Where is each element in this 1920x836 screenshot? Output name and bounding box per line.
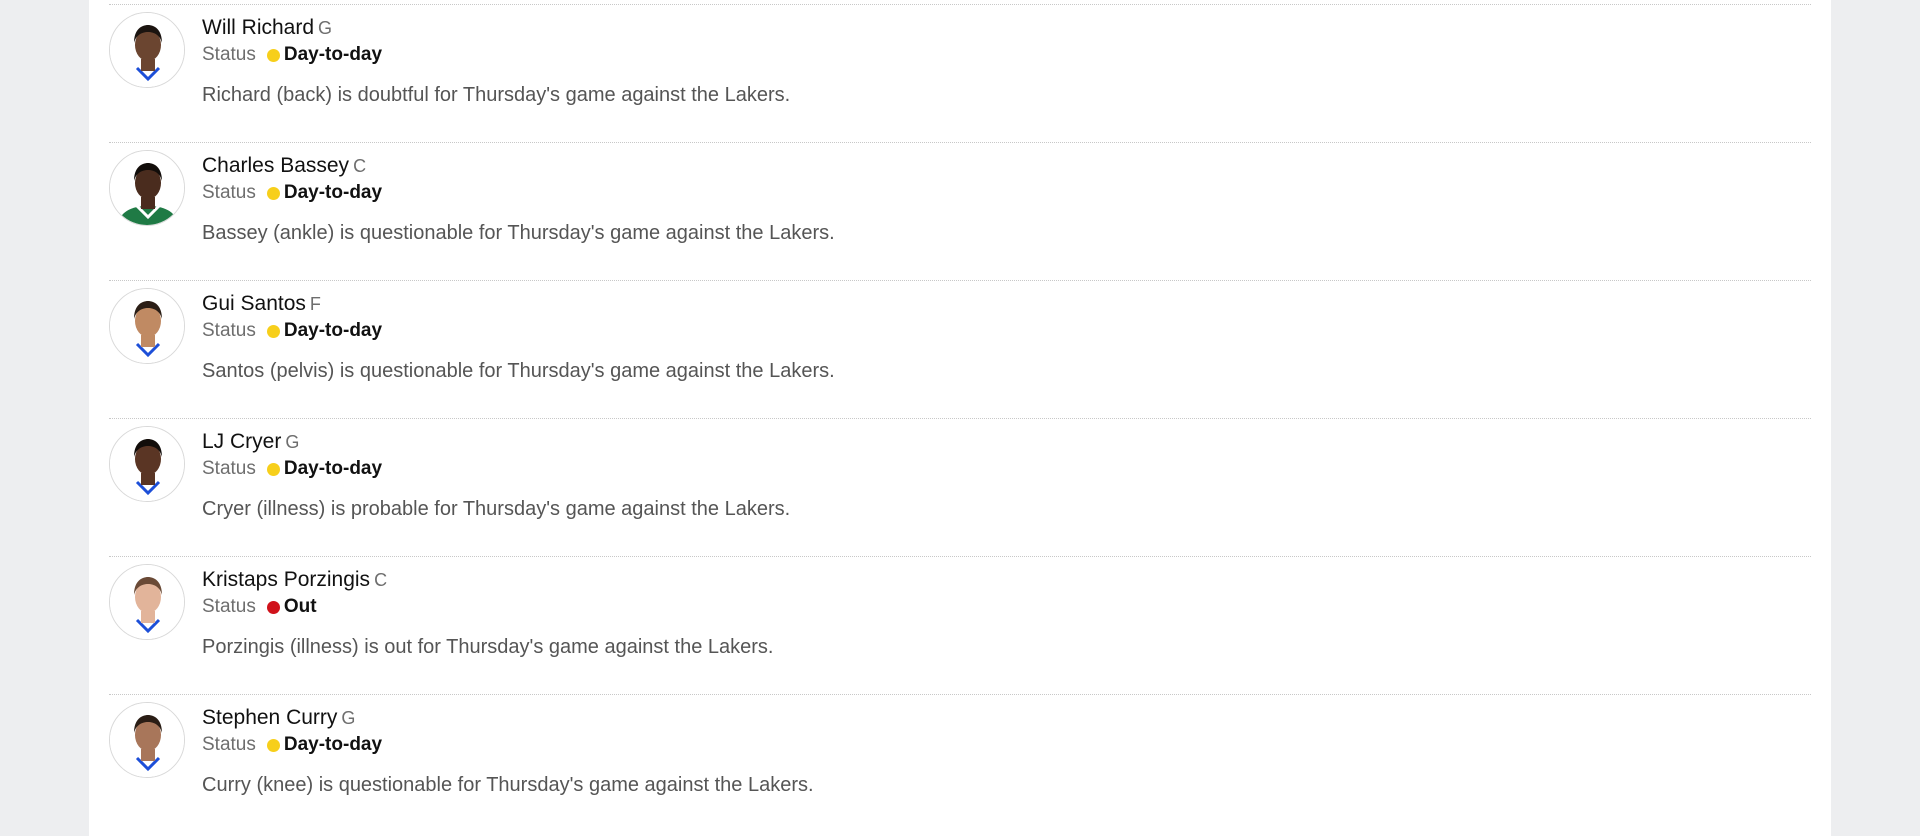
player-name-line: Stephen Curry G [202, 705, 814, 731]
status-line: Status Out [202, 596, 773, 618]
player-position: F [309, 294, 321, 314]
player-name[interactable]: Kristaps Porzingis [202, 568, 370, 591]
status-value: Day-to-day [283, 320, 383, 341]
player-name-line: LJ Cryer G [202, 429, 790, 455]
player-info: Kristaps Porzingis C Status Out Porzingis… [202, 567, 773, 659]
player-name[interactable]: Gui Santos [202, 292, 306, 315]
injury-row: Kristaps Porzingis C Status Out Porzingis… [109, 557, 1811, 695]
player-headshot-icon [110, 151, 184, 225]
player-avatar[interactable] [109, 288, 185, 364]
status-line: Status Day-to-day [202, 182, 835, 204]
player-name[interactable]: Stephen Curry [202, 706, 337, 729]
status-dot-icon [266, 462, 280, 476]
status-value: Day-to-day [283, 734, 383, 755]
status-dot-icon [266, 738, 280, 752]
injury-row: Charles Bassey C Status Day-to-day Bassey… [109, 143, 1811, 281]
status-label: Status [202, 320, 256, 341]
player-info: Gui Santos F Status Day-to-day Santos (pe… [202, 291, 835, 383]
player-headshot-icon [110, 565, 184, 639]
player-name[interactable]: Charles Bassey [202, 154, 349, 177]
injury-row: LJ Cryer G Status Day-to-day Cryer (illne… [109, 419, 1811, 557]
injury-note: Porzingis (illness) is out for Thursday'… [202, 636, 774, 658]
injury-row: Will Richard G Status Day-to-day Richard … [109, 5, 1811, 143]
status-dot-icon [266, 48, 280, 62]
injury-row: Gui Santos F Status Day-to-day Santos (pe… [109, 281, 1811, 419]
player-info: Charles Bassey C Status Day-to-day Bassey… [202, 153, 835, 245]
status-dot-icon [266, 324, 280, 338]
player-avatar[interactable] [109, 702, 185, 778]
player-avatar[interactable] [109, 12, 185, 88]
injury-row: Stephen Curry G Status Day-to-day Curry (… [109, 695, 1811, 833]
player-position: C [374, 570, 388, 590]
player-name-line: Kristaps Porzingis C [202, 567, 773, 593]
status-value: Day-to-day [283, 458, 383, 479]
injury-report-panel: Will Richard G Status Day-to-day Richard … [89, 0, 1831, 836]
status-label: Status [202, 596, 256, 617]
status-label: Status [202, 734, 256, 755]
injury-note: Cryer (illness) is probable for Thursday… [202, 498, 791, 520]
injury-list: Will Richard G Status Day-to-day Richard … [109, 5, 1811, 833]
player-headshot-icon [110, 427, 184, 501]
status-label: Status [202, 44, 256, 65]
player-avatar[interactable] [109, 426, 185, 502]
status-value: Day-to-day [283, 44, 383, 65]
status-value: Out [283, 596, 317, 617]
player-position: C [353, 156, 367, 176]
injury-note: Santos (pelvis) is questionable for Thur… [202, 360, 835, 382]
player-info: Will Richard G Status Day-to-day Richard … [202, 15, 790, 107]
player-info: LJ Cryer G Status Day-to-day Cryer (illne… [202, 429, 790, 521]
player-position: G [318, 18, 333, 38]
player-name-line: Will Richard G [202, 15, 790, 41]
player-headshot-icon [110, 13, 184, 87]
player-avatar[interactable] [109, 564, 185, 640]
player-name-line: Gui Santos F [202, 291, 835, 317]
status-dot-icon [266, 600, 280, 614]
status-label: Status [202, 458, 256, 479]
status-dot-icon [266, 186, 280, 200]
status-value: Day-to-day [283, 182, 383, 203]
player-headshot-icon [110, 289, 184, 363]
injury-note: Richard (back) is doubtful for Thursday'… [202, 84, 791, 106]
player-headshot-icon [110, 703, 184, 777]
status-line: Status Day-to-day [202, 44, 790, 66]
player-name[interactable]: Will Richard [202, 16, 314, 39]
status-label: Status [202, 182, 256, 203]
player-name[interactable]: LJ Cryer [202, 430, 281, 453]
injury-note: Bassey (ankle) is questionable for Thurs… [202, 222, 835, 244]
player-info: Stephen Curry G Status Day-to-day Curry (… [202, 705, 814, 797]
status-line: Status Day-to-day [202, 320, 835, 342]
status-line: Status Day-to-day [202, 458, 790, 480]
player-name-line: Charles Bassey C [202, 153, 835, 179]
status-line: Status Day-to-day [202, 734, 814, 756]
player-position: G [341, 708, 356, 728]
player-avatar[interactable] [109, 150, 185, 226]
injury-note: Curry (knee) is questionable for Thursda… [202, 774, 814, 796]
player-position: G [285, 432, 300, 452]
